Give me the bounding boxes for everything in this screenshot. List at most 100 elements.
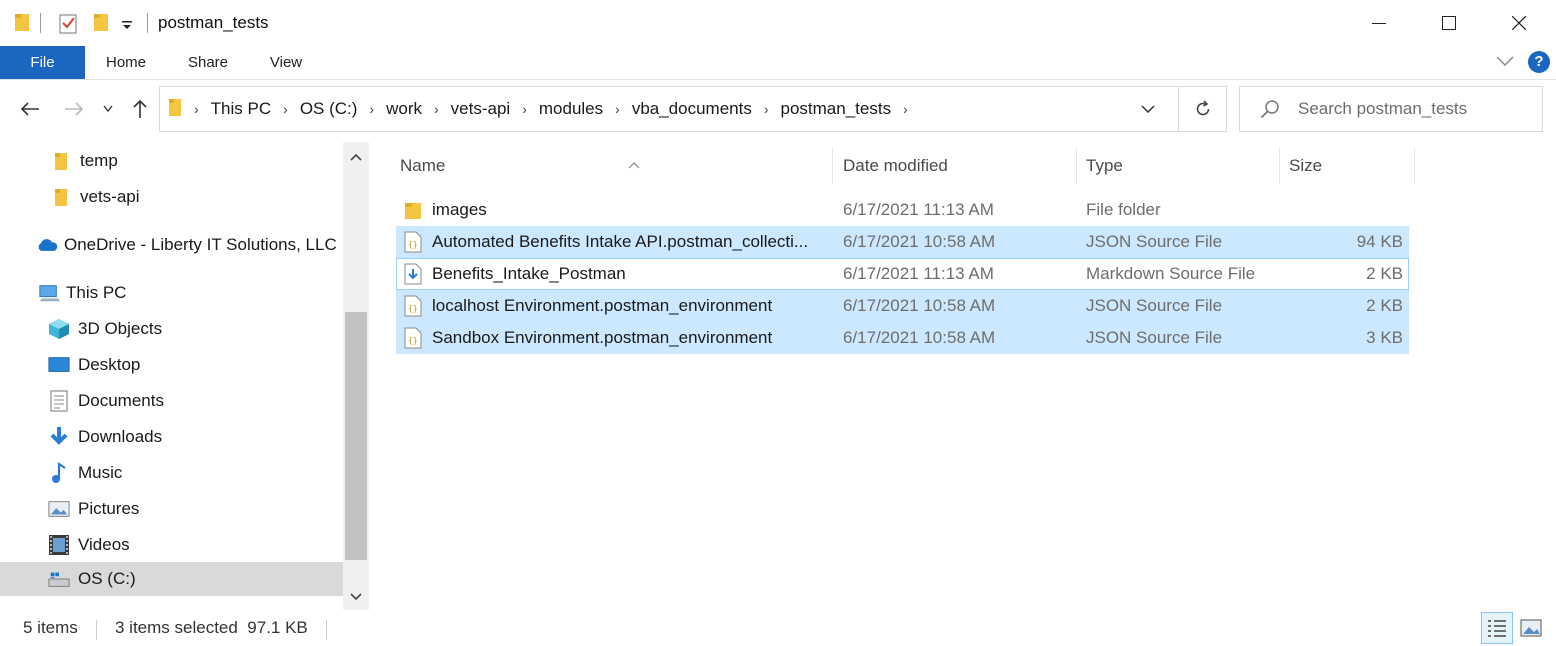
minimize-button[interactable] (1344, 0, 1414, 46)
nav-item-os-c[interactable]: OS (C:) (0, 562, 343, 596)
table-row[interactable]: Benefits_Intake_Postman 6/17/2021 11:13 … (396, 258, 1409, 290)
downloads-icon (48, 426, 70, 448)
nav-item-pictures[interactable]: Pictures (0, 492, 343, 526)
help-icon[interactable]: ? (1528, 51, 1550, 73)
search-input[interactable] (1298, 97, 1534, 121)
column-header-date-modified[interactable]: Date modified (835, 148, 1077, 184)
folder-icon (168, 97, 182, 122)
table-row[interactable]: {} Sandbox Environment.postman_environme… (396, 322, 1409, 354)
tab-view[interactable]: View (252, 46, 320, 79)
expand-ribbon-icon[interactable] (1496, 52, 1514, 72)
breadcrumb-postman-tests[interactable]: postman_tests (775, 99, 898, 119)
chevron-down-icon[interactable] (343, 584, 369, 610)
table-row[interactable]: images 6/17/2021 11:13 AM File folder (396, 194, 1409, 226)
nav-item-this-pc[interactable]: This PC (0, 276, 343, 310)
nav-item-label: vets-api (80, 187, 140, 206)
file-type: JSON Source File (1086, 232, 1223, 251)
arrow-right-icon (65, 102, 84, 116)
title-bar: postman_tests (0, 0, 1556, 46)
close-button[interactable] (1484, 0, 1554, 46)
refresh-button[interactable] (1178, 87, 1226, 131)
chevron-right-icon[interactable]: › (277, 101, 294, 117)
search-icon (1260, 99, 1280, 124)
back-button[interactable] (16, 94, 44, 124)
sort-ascending-icon (628, 147, 640, 183)
json-file-icon: {} (404, 327, 424, 349)
breadcrumb-this-pc[interactable]: This PC (205, 99, 277, 119)
file-name: Automated Benefits Intake API.postman_co… (432, 232, 809, 251)
chevron-right-icon[interactable]: › (758, 101, 775, 117)
large-icons-view-button[interactable] (1515, 612, 1547, 644)
chevron-right-icon[interactable]: › (363, 101, 380, 117)
documents-icon (48, 390, 70, 412)
svg-text:{}: {} (408, 304, 418, 313)
breadcrumb-vba-documents[interactable]: vba_documents (626, 99, 758, 119)
breadcrumb-vets-api[interactable]: vets-api (445, 99, 517, 119)
maximize-button[interactable] (1414, 0, 1484, 46)
pictures-icon (48, 498, 70, 520)
nav-item-onedrive[interactable]: OneDrive - Liberty IT Solutions, LLC (0, 228, 343, 262)
nav-item-label: Downloads (78, 427, 163, 446)
nav-item-label: Pictures (78, 499, 140, 518)
nav-item-downloads[interactable]: Downloads (0, 420, 343, 454)
column-header-type[interactable]: Type (1078, 148, 1280, 184)
file-type: File folder (1086, 200, 1161, 219)
file-date: 6/17/2021 11:13 AM (843, 264, 994, 283)
breadcrumb-modules[interactable]: modules (533, 99, 609, 119)
onedrive-icon (36, 234, 58, 256)
column-header-size[interactable]: Size (1281, 148, 1415, 184)
search-box[interactable] (1239, 86, 1543, 132)
file-size: 94 KB (1356, 232, 1403, 251)
breadcrumb-work[interactable]: work (380, 99, 428, 119)
refresh-icon (1196, 100, 1209, 116)
nav-item-desktop[interactable]: Desktop (0, 348, 343, 382)
file-list: Name Date modified Type Size images 6/17… (370, 142, 1556, 600)
chevron-up-icon[interactable] (343, 144, 369, 170)
breadcrumb-os-c[interactable]: OS (C:) (294, 99, 364, 119)
table-row[interactable]: {} Automated Benefits Intake API.postman… (396, 226, 1409, 258)
column-header-name[interactable]: Name (392, 148, 833, 184)
chevron-right-icon[interactable]: › (428, 101, 445, 117)
status-bar: 5 items 3 items selected 97.1 KB (0, 608, 1556, 646)
markdown-file-icon (404, 263, 424, 285)
nav-pane-scrollbar[interactable] (343, 142, 369, 610)
recent-locations-button[interactable] (96, 94, 120, 124)
address-history-dropdown[interactable] (1128, 87, 1168, 131)
tab-share[interactable]: Share (174, 46, 242, 79)
nav-item-label: Desktop (78, 355, 141, 374)
file-name: Benefits_Intake_Postman (432, 264, 626, 283)
tab-home[interactable]: Home (92, 46, 160, 79)
minimize-icon (1372, 23, 1386, 24)
customize-toolbar-dropdown-icon[interactable] (121, 16, 133, 36)
nav-item-label: temp (80, 151, 118, 170)
nav-item-label: This PC (66, 283, 127, 302)
ribbon-tabs: File Home Share View ? (0, 46, 1556, 80)
chevron-right-icon[interactable]: › (516, 101, 533, 117)
details-view-icon (1488, 620, 1506, 637)
nav-item-videos[interactable]: Videos (0, 528, 343, 562)
nav-item-music[interactable]: Music (0, 456, 343, 490)
address-bar[interactable]: › This PC › OS (C:) › work › vets-api › … (159, 86, 1227, 132)
file-name: Sandbox Environment.postman_environment (432, 328, 773, 347)
details-view-button[interactable] (1481, 612, 1513, 644)
nav-item-documents[interactable]: Documents (0, 384, 343, 418)
svg-text:{}: {} (408, 240, 418, 249)
navigation-pane: temp vets-api OneDrive - Liberty IT Solu… (0, 142, 370, 610)
new-folder-icon[interactable] (93, 12, 109, 37)
tab-file[interactable]: File (0, 46, 85, 79)
nav-item-temp[interactable]: temp (0, 144, 343, 178)
nav-item-vets-api[interactable]: vets-api (0, 180, 343, 214)
chevron-right-icon[interactable]: › (609, 101, 626, 117)
chevron-right-icon[interactable]: › (897, 101, 914, 117)
chevron-right-icon[interactable]: › (188, 101, 205, 117)
up-button[interactable] (126, 94, 154, 124)
nav-item-label: OneDrive - Liberty IT Solutions, LLC (64, 235, 337, 254)
scrollbar-thumb[interactable] (345, 312, 367, 560)
table-row[interactable]: {} localhost Environment.postman_environ… (396, 290, 1409, 322)
music-icon (48, 462, 70, 484)
nav-item-3d-objects[interactable]: 3D Objects (0, 312, 343, 346)
chevron-down-icon (1141, 105, 1155, 113)
properties-icon[interactable] (58, 12, 78, 39)
forward-button[interactable] (60, 94, 88, 124)
file-size: 2 KB (1366, 296, 1403, 315)
